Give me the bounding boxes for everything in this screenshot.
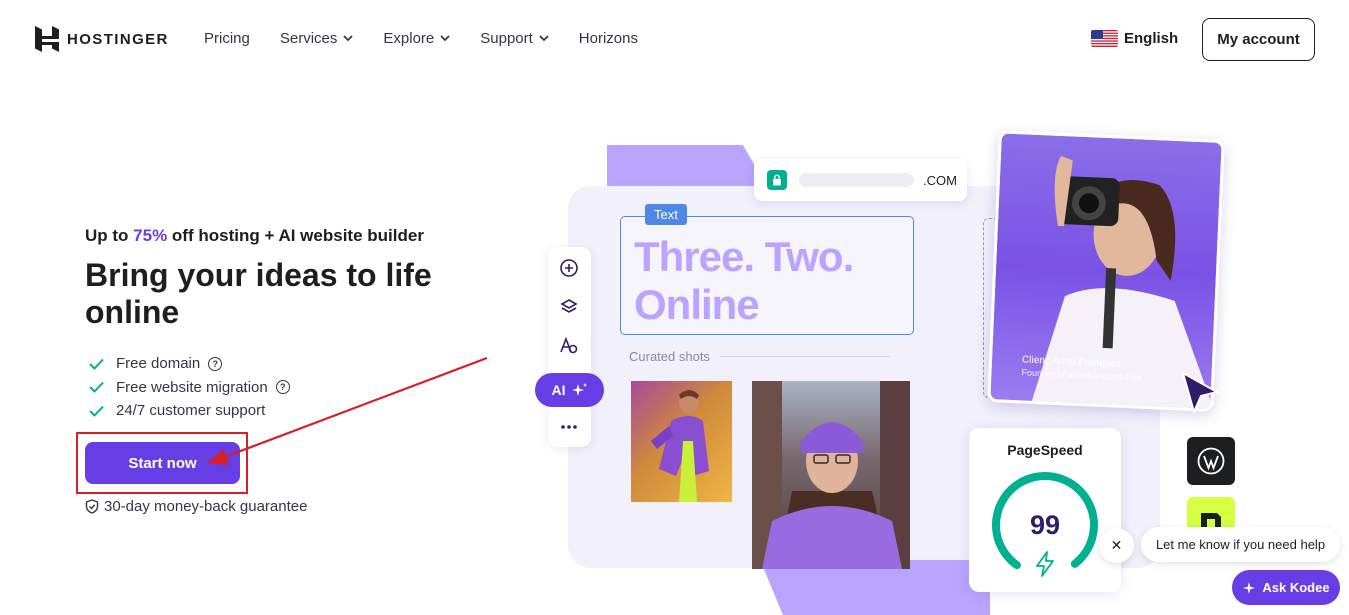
curated-photo-purple-suit — [631, 381, 732, 502]
help-icon[interactable]: ? — [275, 380, 290, 395]
sample-text-line: Three. Two. — [634, 233, 854, 280]
domain-tld: .COM — [923, 172, 957, 188]
wordpress-icon — [1197, 447, 1225, 475]
promo-percent: 75% — [133, 226, 168, 245]
language-label: English — [1124, 30, 1179, 47]
feature-item: Free website migration ? — [89, 376, 290, 400]
decor-shape — [607, 145, 767, 187]
nav-explore-label: Explore — [383, 30, 435, 47]
feature-label: Free domain — [116, 355, 201, 373]
layers-icon — [560, 299, 578, 313]
chevron-down-icon — [539, 35, 549, 42]
feature-item: Free domain ? — [89, 352, 290, 376]
shield-check-icon — [85, 499, 99, 514]
chevron-down-icon — [343, 35, 354, 42]
feature-label: Free website migration — [116, 378, 268, 396]
us-flag-icon — [1091, 30, 1118, 47]
ask-kodee-label: Ask Kodee — [1262, 580, 1330, 595]
builder-toolbar — [548, 247, 591, 447]
nav-services[interactable]: Services — [280, 30, 354, 47]
promo-suffix: off hosting + AI website builder — [167, 226, 424, 245]
check-icon — [89, 358, 104, 370]
language-selector[interactable]: English — [1091, 30, 1178, 47]
hostinger-logo[interactable]: HOSTINGER — [35, 26, 169, 52]
promo-text: Up to 75% off hosting + AI website build… — [85, 226, 424, 246]
help-icon[interactable]: ? — [208, 356, 223, 371]
feature-label: 24/7 customer support — [116, 402, 266, 420]
my-account-button[interactable]: My account — [1202, 18, 1315, 61]
sample-text-line: Online — [634, 281, 760, 328]
nav-pricing-label: Pricing — [204, 30, 250, 47]
feature-item: 24/7 customer support — [89, 399, 290, 423]
add-icon — [560, 259, 578, 277]
chevron-down-icon — [440, 35, 450, 42]
page: HOSTINGER Pricing Services Explore Suppo… — [0, 0, 1349, 615]
ai-button[interactable]: AI — [535, 373, 604, 407]
sparkle-icon — [571, 383, 587, 396]
main-nav: Pricing Services Explore Support Horizon… — [204, 30, 668, 47]
lock-icon — [767, 170, 787, 190]
sparkle-icon — [1243, 581, 1256, 594]
check-icon — [89, 405, 104, 417]
lightning-icon — [1036, 551, 1054, 577]
text-tag: Text — [645, 204, 687, 225]
divider — [719, 356, 890, 357]
pagespeed-score: 99 — [1029, 510, 1061, 540]
feature-list: Free domain ? Free website migration ? 2… — [89, 352, 290, 423]
logo-text: HOSTINGER — [67, 30, 169, 48]
nav-explore[interactable]: Explore — [383, 30, 450, 47]
cursor-arrow-icon — [1181, 370, 1220, 415]
nav-horizons-label: Horizons — [578, 30, 638, 47]
nav-horizons[interactable]: Horizons — [579, 30, 638, 47]
check-icon — [89, 382, 104, 394]
money-back-guarantee: 30-day money-back guarantee — [85, 498, 307, 515]
start-now-button[interactable]: Start now — [85, 442, 240, 484]
nav-support-label: Support — [480, 30, 533, 47]
ai-label: AI — [551, 382, 566, 398]
nav-services-label: Services — [279, 30, 338, 47]
chat-prompt-bubble[interactable]: Let me know if you need help — [1141, 527, 1340, 562]
close-chat-button[interactable]: ✕ — [1099, 528, 1134, 563]
nav-support[interactable]: Support — [480, 30, 549, 47]
guarantee-label: 30-day money-back guarantee — [104, 498, 308, 515]
more-icon — [561, 425, 577, 429]
wordpress-tile — [1187, 437, 1235, 485]
site-header: HOSTINGER Pricing Services Explore Suppo… — [0, 0, 1349, 80]
ask-kodee-button[interactable]: Ask Kodee — [1232, 570, 1340, 605]
curated-photo-beanie — [752, 381, 910, 569]
typography-icon — [560, 336, 578, 354]
hero-sample-text: Three. Two. Online — [634, 233, 854, 329]
pagespeed-card: PageSpeed 99 — [969, 428, 1121, 592]
hostinger-logo-icon — [35, 26, 59, 52]
domain-bar: .COM — [754, 159, 967, 201]
hero-headline: Bring your ideas to life online — [85, 257, 432, 330]
curated-shots-label: Curated shots — [629, 349, 890, 364]
nav-pricing[interactable]: Pricing — [204, 30, 250, 47]
url-placeholder — [799, 173, 914, 187]
promo-prefix: Up to — [85, 226, 134, 245]
curated-label: Curated shots — [629, 349, 710, 364]
